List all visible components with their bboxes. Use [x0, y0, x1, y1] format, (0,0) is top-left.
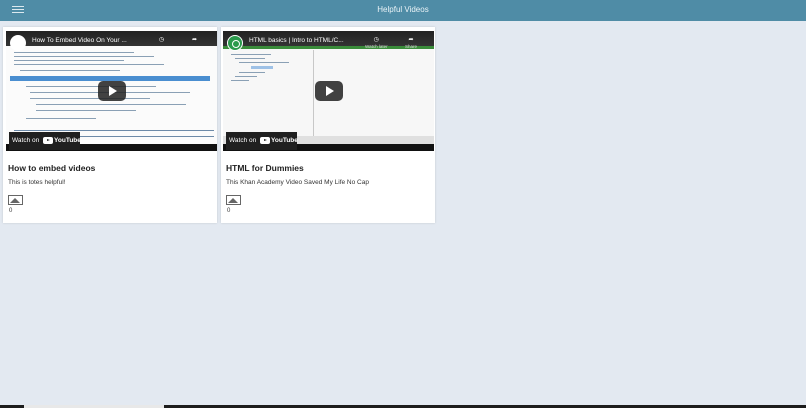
- watch-on-label: Watch on: [12, 137, 40, 144]
- youtube-wordmark: YouTube: [271, 137, 298, 144]
- youtube-wordmark: YouTube: [54, 137, 81, 144]
- video-card-title: How to embed videos: [8, 163, 96, 173]
- watch-on-youtube-button[interactable]: Watch on YouTube: [9, 132, 81, 150]
- share-label: Share: [405, 44, 418, 49]
- video-card: HTML basics | Intro to HTML/C... ◷ Watch…: [221, 27, 435, 223]
- share-button[interactable]: ➦ Share: [405, 36, 417, 49]
- video-count: 0: [9, 208, 13, 214]
- video-card-description: This Khan Academy Video Saved My Life No…: [226, 179, 369, 186]
- image-icon[interactable]: [8, 195, 23, 205]
- youtube-embed-player[interactable]: How To Embed Video On Your ... ◷ ➦ Watch…: [6, 31, 217, 151]
- watch-later-button[interactable]: ◷ Watch later: [365, 36, 388, 49]
- player-video-title[interactable]: How To Embed Video On Your ...: [32, 37, 152, 44]
- clock-icon: ◷: [373, 37, 379, 43]
- image-icon[interactable]: [226, 195, 241, 205]
- play-button[interactable]: [314, 81, 343, 101]
- top-app-bar: Helpful Videos: [0, 0, 806, 21]
- youtube-logo-icon: [43, 136, 54, 144]
- channel-avatar[interactable]: [10, 35, 26, 51]
- video-card-description: This is totes helpful!: [8, 179, 66, 186]
- video-count: 0: [227, 208, 231, 214]
- page-title: Helpful Videos: [377, 5, 429, 14]
- watch-on-youtube-button[interactable]: Watch on YouTube: [226, 132, 298, 150]
- video-card: How To Embed Video On Your ... ◷ ➦ Watch…: [3, 27, 217, 223]
- channel-avatar[interactable]: [227, 35, 243, 51]
- share-icon[interactable]: ➦: [192, 36, 197, 43]
- video-card-title: HTML for Dummies: [226, 163, 304, 173]
- play-button[interactable]: [97, 81, 126, 101]
- share-icon: ➦: [408, 37, 414, 43]
- player-video-title[interactable]: HTML basics | Intro to HTML/C...: [249, 37, 369, 44]
- watch-later-label: Watch later: [365, 44, 388, 49]
- clock-icon[interactable]: ◷: [159, 36, 164, 43]
- watch-on-label: Watch on: [229, 137, 257, 144]
- youtube-logo-icon: [260, 136, 271, 144]
- youtube-embed-player[interactable]: HTML basics | Intro to HTML/C... ◷ Watch…: [223, 31, 434, 151]
